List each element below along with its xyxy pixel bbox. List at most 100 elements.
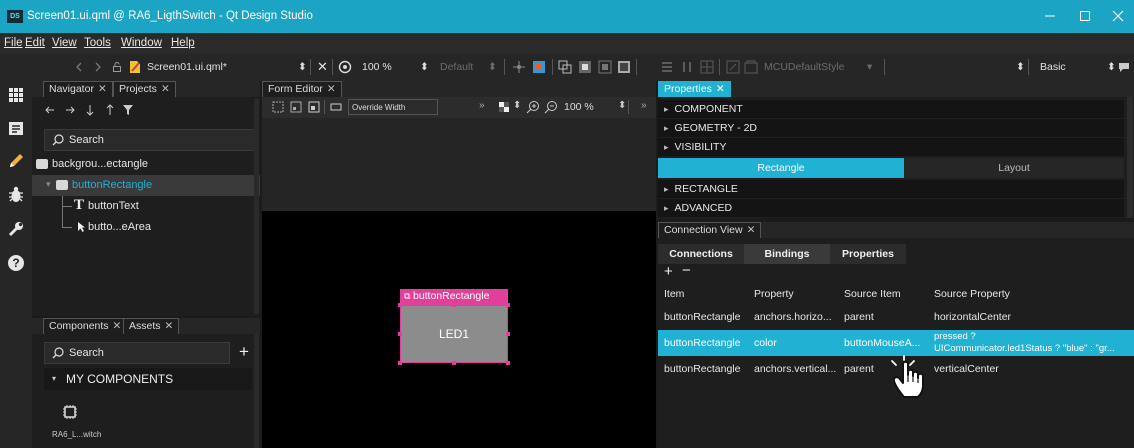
close-icon[interactable]: ✕: [747, 224, 756, 236]
resize-handle[interactable]: [506, 303, 510, 307]
align-top-icon[interactable]: [660, 60, 674, 74]
zoom-out-icon[interactable]: [544, 100, 558, 114]
open-file-name[interactable]: Screen01.ui.qml*: [147, 61, 227, 73]
tab-components[interactable]: Components ✕: [43, 318, 128, 334]
tree-item-buttonrectangle[interactable]: ▾ buttonRectangle: [32, 175, 260, 196]
section-visibility[interactable]: ▸ VISIBILITY: [658, 138, 1124, 156]
close-icon[interactable]: ✕: [113, 320, 122, 332]
close-icon[interactable]: ✕: [165, 320, 174, 332]
led1-button-rectangle[interactable]: LED1: [400, 305, 508, 363]
resize-handle[interactable]: [452, 303, 456, 307]
binding-row-selected[interactable]: buttonRectangle color buttonMouseA... pr…: [658, 330, 1134, 356]
design-mode-pencil-icon[interactable]: [6, 151, 26, 171]
section-advanced[interactable]: ▸ ADVANCED: [658, 199, 1124, 217]
zoom-level[interactable]: 100 %: [362, 61, 392, 73]
workspace-chevron-icon[interactable]: ⬍: [1107, 61, 1116, 73]
column-header-property[interactable]: Property: [754, 288, 794, 300]
resize-handle[interactable]: [452, 361, 456, 365]
tree-item-buttontext[interactable]: T buttonText: [32, 196, 260, 217]
add-module-icon[interactable]: +: [239, 342, 249, 362]
navigator-search-input[interactable]: Search: [44, 129, 258, 151]
snap-margins-icon[interactable]: [308, 101, 320, 113]
background-chevron-icon[interactable]: ⬍: [513, 100, 521, 111]
close-button[interactable]: [1106, 5, 1130, 27]
style-name[interactable]: MCUDefaultStyle: [764, 61, 845, 73]
section-geometry[interactable]: ▸ GEOMETRY - 2D: [658, 119, 1124, 137]
menu-window[interactable]: Window: [121, 37, 162, 49]
default-state-label[interactable]: Default: [440, 61, 473, 73]
resize-handle[interactable]: [506, 361, 510, 365]
scrollbar[interactable]: [1127, 97, 1133, 218]
my-components-section[interactable]: ▾ MY COMPONENTS: [44, 368, 252, 390]
section-component[interactable]: ▸ COMPONENT: [658, 100, 1124, 118]
background-color-icon[interactable]: [498, 101, 510, 113]
file-dropdown-chevron-icon[interactable]: ⬍: [298, 61, 307, 73]
maximize-button[interactable]: [1073, 5, 1097, 27]
workspace-name[interactable]: Basic: [1040, 61, 1066, 73]
binding-row[interactable]: buttonRectangle anchors.horizo... parent…: [658, 304, 1134, 330]
remove-binding-icon[interactable]: −: [682, 262, 691, 279]
more-arrows-icon[interactable]: »: [479, 100, 485, 111]
editor-canvas-area[interactable]: [262, 118, 656, 211]
forward-icon[interactable]: [93, 61, 103, 73]
screen-canvas[interactable]: ⧉ buttonRectangle LED1: [262, 211, 656, 448]
tab-form-editor[interactable]: Form Editor ✕: [262, 81, 342, 97]
component-chip-icon[interactable]: [62, 404, 78, 420]
tab-properties-bindings[interactable]: Properties: [830, 244, 906, 264]
resize-handle[interactable]: [398, 361, 402, 365]
subtab-rectangle[interactable]: Rectangle: [658, 158, 904, 178]
move-down-icon[interactable]: [84, 104, 96, 116]
snap-icon[interactable]: [512, 60, 526, 74]
menu-edit[interactable]: Edit: [25, 37, 45, 49]
tab-properties[interactable]: Properties ✕: [658, 81, 731, 97]
navigator-back-icon[interactable]: [44, 104, 56, 116]
close-document-icon[interactable]: ✕: [317, 59, 328, 75]
show-bounding-box-icon[interactable]: [330, 101, 342, 113]
scrollbar[interactable]: [254, 99, 259, 314]
navigator-forward-icon[interactable]: [64, 104, 76, 116]
column-header-source-item[interactable]: Source Item: [844, 288, 901, 300]
zoom-target-icon[interactable]: [338, 60, 352, 74]
lock-icon[interactable]: [112, 61, 122, 73]
align-center-icon[interactable]: [578, 60, 592, 74]
distribute-icon[interactable]: [617, 60, 631, 74]
zoom-dropdown-chevron-icon[interactable]: ⬍: [420, 61, 429, 73]
expand-chevron-icon[interactable]: ▾: [46, 179, 51, 190]
menu-help[interactable]: Help: [171, 37, 195, 49]
tab-connection-view[interactable]: Connection View ✕: [658, 222, 762, 238]
components-search-input[interactable]: Search: [44, 342, 230, 364]
scrollbar[interactable]: [254, 334, 259, 448]
debug-bug-icon[interactable]: [6, 185, 26, 205]
style-dropdown-chevron-icon[interactable]: ▾: [867, 61, 872, 73]
edit-annotation-icon[interactable]: [726, 60, 740, 74]
column-header-source-property[interactable]: Source Property: [934, 288, 1010, 300]
subtab-layout[interactable]: Layout: [904, 158, 1124, 178]
tree-item-background[interactable]: backgrou...ectangle: [32, 154, 260, 175]
zoom-in-icon[interactable]: [526, 100, 540, 114]
menu-view[interactable]: View: [52, 37, 77, 49]
close-icon[interactable]: ✕: [716, 83, 725, 95]
column-header-item[interactable]: Item: [664, 288, 684, 300]
align-vertical-icon[interactable]: [680, 60, 694, 74]
tab-projects[interactable]: Projects ✕: [113, 81, 176, 97]
show-bounds-icon[interactable]: [532, 60, 546, 74]
tab-bindings[interactable]: Bindings: [744, 244, 830, 264]
help-question-icon[interactable]: ?: [6, 253, 26, 273]
section-collapse-icon[interactable]: ▾: [52, 374, 56, 383]
filter-icon[interactable]: [122, 104, 136, 116]
resize-handle[interactable]: [506, 332, 510, 336]
close-icon[interactable]: ✕: [161, 83, 170, 95]
minimize-button[interactable]: [1038, 5, 1062, 27]
resize-handle[interactable]: [398, 303, 402, 307]
no-snapping-icon[interactable]: [272, 101, 284, 113]
overflow-arrows-icon[interactable]: »: [641, 100, 647, 111]
form-zoom-level[interactable]: 100 %: [564, 101, 594, 113]
add-binding-icon[interactable]: +: [664, 263, 673, 280]
menu-tools[interactable]: Tools: [84, 37, 111, 49]
override-width-field[interactable]: Override Width: [348, 99, 438, 115]
preview-size-chevron-icon[interactable]: ⬍: [1016, 61, 1025, 73]
grid-layout-icon[interactable]: [700, 60, 714, 74]
edit-mode-icon[interactable]: [6, 119, 26, 139]
close-icon[interactable]: ✕: [327, 83, 336, 95]
form-zoom-chevron-icon[interactable]: ⬍: [618, 100, 626, 111]
